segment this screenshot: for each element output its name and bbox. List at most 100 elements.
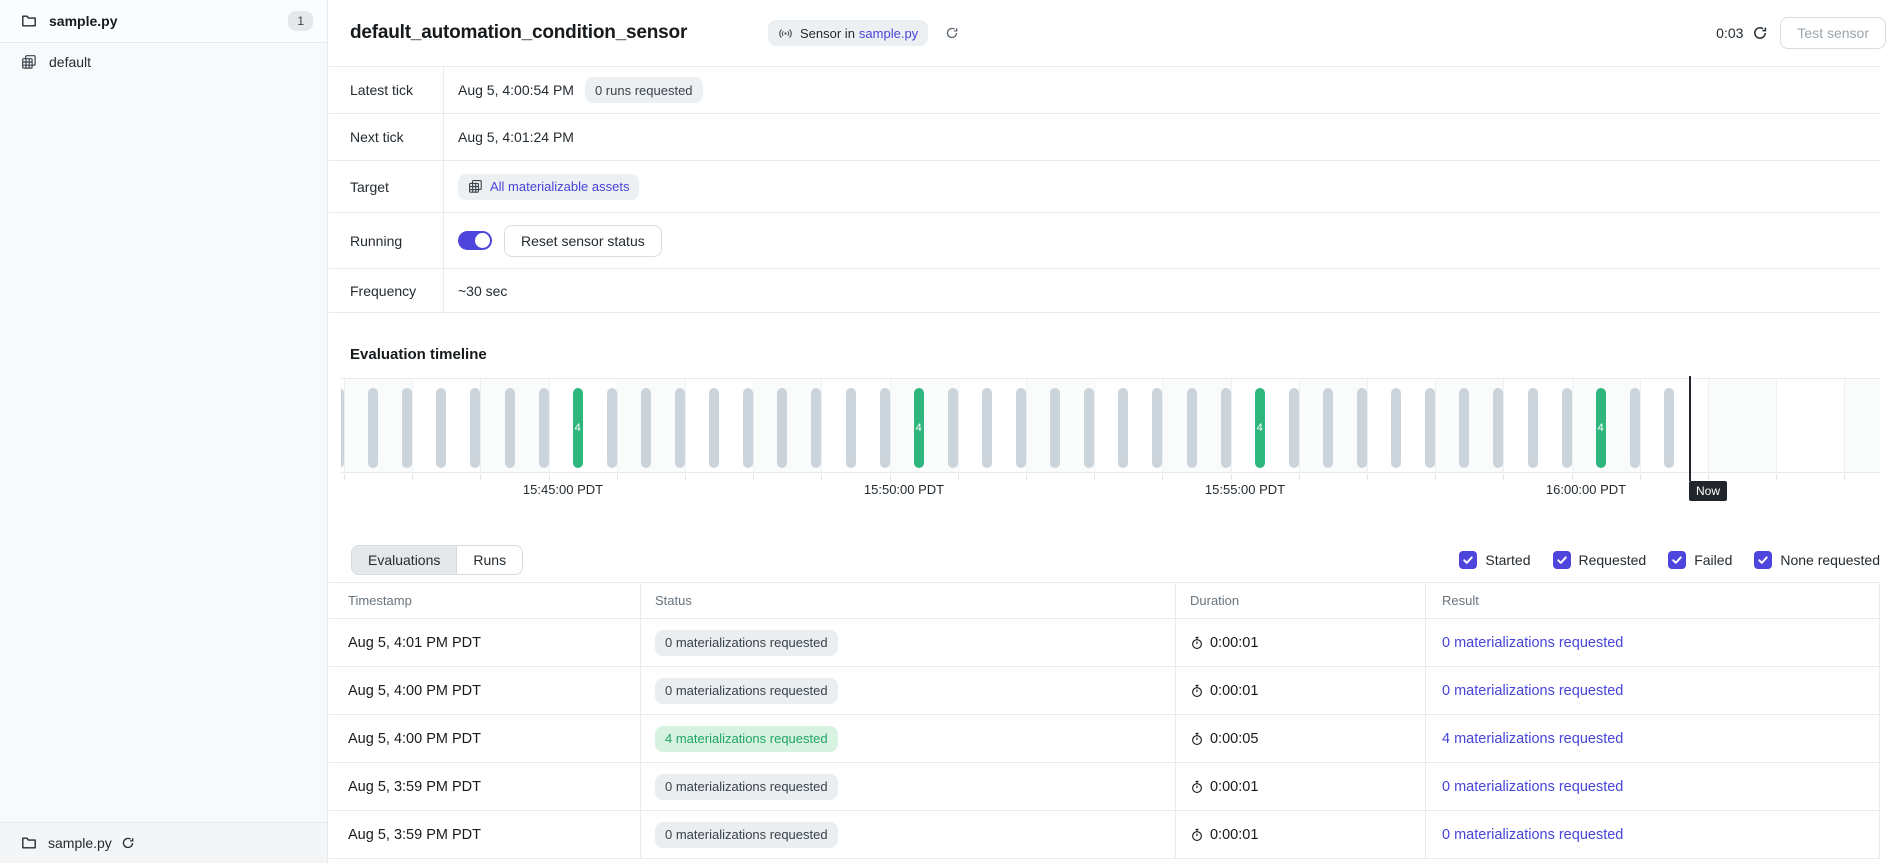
result-link[interactable]: 0 materializations requested	[1442, 683, 1623, 699]
minute-band	[1640, 379, 1708, 473]
tick-bar-skipped[interactable]	[470, 388, 480, 468]
result-link[interactable]: 0 materializations requested	[1442, 827, 1623, 843]
page-header: default_automation_condition_sensor Sens…	[329, 0, 1898, 66]
reload-definitions-icon[interactable]	[945, 26, 959, 40]
tick-bar-skipped[interactable]	[777, 388, 787, 468]
tick-bar-skipped[interactable]	[1118, 388, 1128, 468]
axis-tick	[344, 474, 345, 480]
cell-result: 0 materializations requested	[1425, 667, 1879, 714]
cell-timestamp: Aug 5, 3:59 PM PDT	[329, 811, 640, 858]
latest-tick-result-badge: 0 runs requested	[585, 77, 703, 103]
result-link[interactable]: 0 materializations requested	[1442, 779, 1623, 795]
stopwatch-icon	[1190, 684, 1204, 698]
cell-result: 4 materializations requested	[1425, 715, 1879, 762]
tick-bar-skipped[interactable]	[1630, 388, 1640, 468]
tick-bar-skipped[interactable]	[1221, 388, 1231, 468]
cell-duration: 0:00:01	[1175, 811, 1425, 858]
checkbox-checked-icon[interactable]	[1754, 551, 1772, 569]
tick-bar-skipped[interactable]	[811, 388, 821, 468]
tick-bar-skipped[interactable]	[1289, 388, 1299, 468]
sensor-badge-link[interactable]: sample.py	[859, 26, 918, 41]
property-label: Latest tick	[329, 67, 444, 113]
reload-icon[interactable]	[121, 836, 135, 850]
tick-bar-skipped[interactable]	[1425, 388, 1435, 468]
tick-bar-skipped[interactable]	[1050, 388, 1060, 468]
sensor-badge-prefix: Sensor in	[800, 26, 855, 41]
target-assets-link[interactable]: All materializable assets	[490, 179, 629, 194]
tick-bar-skipped[interactable]	[709, 388, 719, 468]
filter-checkbox-started[interactable]: Started	[1459, 551, 1530, 569]
reset-sensor-status-button[interactable]: Reset sensor status	[504, 225, 662, 257]
filter-checkbox-requested[interactable]: Requested	[1553, 551, 1647, 569]
tick-bar-skipped[interactable]	[1152, 388, 1162, 468]
result-link[interactable]: 0 materializations requested	[1442, 635, 1623, 651]
test-sensor-button[interactable]: Test sensor	[1780, 17, 1886, 49]
sidebar-footer: sample.py	[0, 822, 327, 863]
target-assets-tag[interactable]: All materializable assets	[458, 174, 639, 200]
duration-value: 0:00:01	[1210, 827, 1258, 843]
tick-bar-skipped[interactable]	[1084, 388, 1094, 468]
tick-bar-requested[interactable]: 4	[573, 388, 583, 468]
tick-bar-requested[interactable]: 4	[914, 388, 924, 468]
tick-bar-skipped[interactable]	[1562, 388, 1572, 468]
minute-band	[1844, 379, 1880, 473]
filter-checkbox-failed[interactable]: Failed	[1668, 551, 1732, 569]
tick-bar-skipped[interactable]	[675, 388, 685, 468]
tick-bar-skipped[interactable]	[1391, 388, 1401, 468]
column-header-status: Status	[640, 583, 1175, 618]
checkbox-checked-icon[interactable]	[1553, 551, 1571, 569]
tick-bar-skipped[interactable]	[607, 388, 617, 468]
tick-bar-skipped[interactable]	[505, 388, 515, 468]
table-header-row: Timestamp Status Duration Result	[329, 583, 1879, 619]
tick-bar-skipped[interactable]	[539, 388, 549, 468]
result-link[interactable]: 4 materializations requested	[1442, 731, 1623, 747]
asset-grid-icon	[468, 179, 483, 194]
page-title: default_automation_condition_sensor	[350, 22, 687, 44]
axis-tick	[1435, 474, 1436, 480]
tick-bar-skipped[interactable]	[1323, 388, 1333, 468]
checkbox-checked-icon[interactable]	[1459, 551, 1477, 569]
tick-bar-requested[interactable]: 4	[1596, 388, 1606, 468]
tick-bar-skipped[interactable]	[436, 388, 446, 468]
tick-bar-skipped[interactable]	[880, 388, 890, 468]
cell-duration: 0:00:01	[1175, 667, 1425, 714]
tick-bar-skipped[interactable]	[641, 388, 651, 468]
tick-bar-skipped[interactable]	[1187, 388, 1197, 468]
property-label: Frequency	[329, 269, 444, 312]
sensor-signal-icon	[778, 26, 793, 41]
tick-bar-skipped[interactable]	[1016, 388, 1026, 468]
running-toggle[interactable]	[458, 231, 492, 250]
sensor-type-badge: Sensor in sample.py	[768, 20, 928, 46]
minute-band	[1708, 379, 1776, 473]
tick-bar-skipped[interactable]	[982, 388, 992, 468]
tab-runs[interactable]: Runs	[456, 546, 522, 574]
property-label: Running	[329, 213, 444, 268]
axis-tick	[958, 474, 959, 480]
tick-bar-skipped[interactable]	[402, 388, 412, 468]
tick-bar-skipped[interactable]	[1357, 388, 1367, 468]
tick-bar-skipped[interactable]	[341, 388, 344, 468]
sidebar-item-sample-py[interactable]: sample.py 1	[0, 0, 327, 43]
tick-bar-requested[interactable]: 4	[1255, 388, 1265, 468]
axis-time-label: 15:55:00 PDT	[1205, 482, 1285, 497]
sidebar-item-default[interactable]: default	[0, 47, 327, 77]
tick-bar-skipped[interactable]	[743, 388, 753, 468]
tick-bar-skipped[interactable]	[1528, 388, 1538, 468]
tick-bar-skipped[interactable]	[1493, 388, 1503, 468]
axis-tick	[1572, 474, 1573, 480]
checkbox-checked-icon[interactable]	[1668, 551, 1686, 569]
refresh-icon[interactable]	[1752, 25, 1768, 41]
cell-timestamp: Aug 5, 4:00 PM PDT	[329, 715, 640, 762]
axis-time-label: 15:50:00 PDT	[864, 482, 944, 497]
tick-bar-skipped[interactable]	[948, 388, 958, 468]
cell-status: 0 materializations requested	[640, 811, 1175, 858]
tick-bar-skipped[interactable]	[1459, 388, 1469, 468]
asset-group-icon	[21, 54, 37, 70]
tab-evaluations[interactable]: Evaluations	[352, 546, 456, 574]
tick-bar-skipped[interactable]	[846, 388, 856, 468]
folder-icon	[21, 13, 37, 29]
filter-checkbox-none-requested[interactable]: None requested	[1754, 551, 1880, 569]
tick-bar-skipped[interactable]	[368, 388, 378, 468]
status-pill: 0 materializations requested	[655, 630, 838, 656]
tick-bar-skipped[interactable]	[1664, 388, 1674, 468]
